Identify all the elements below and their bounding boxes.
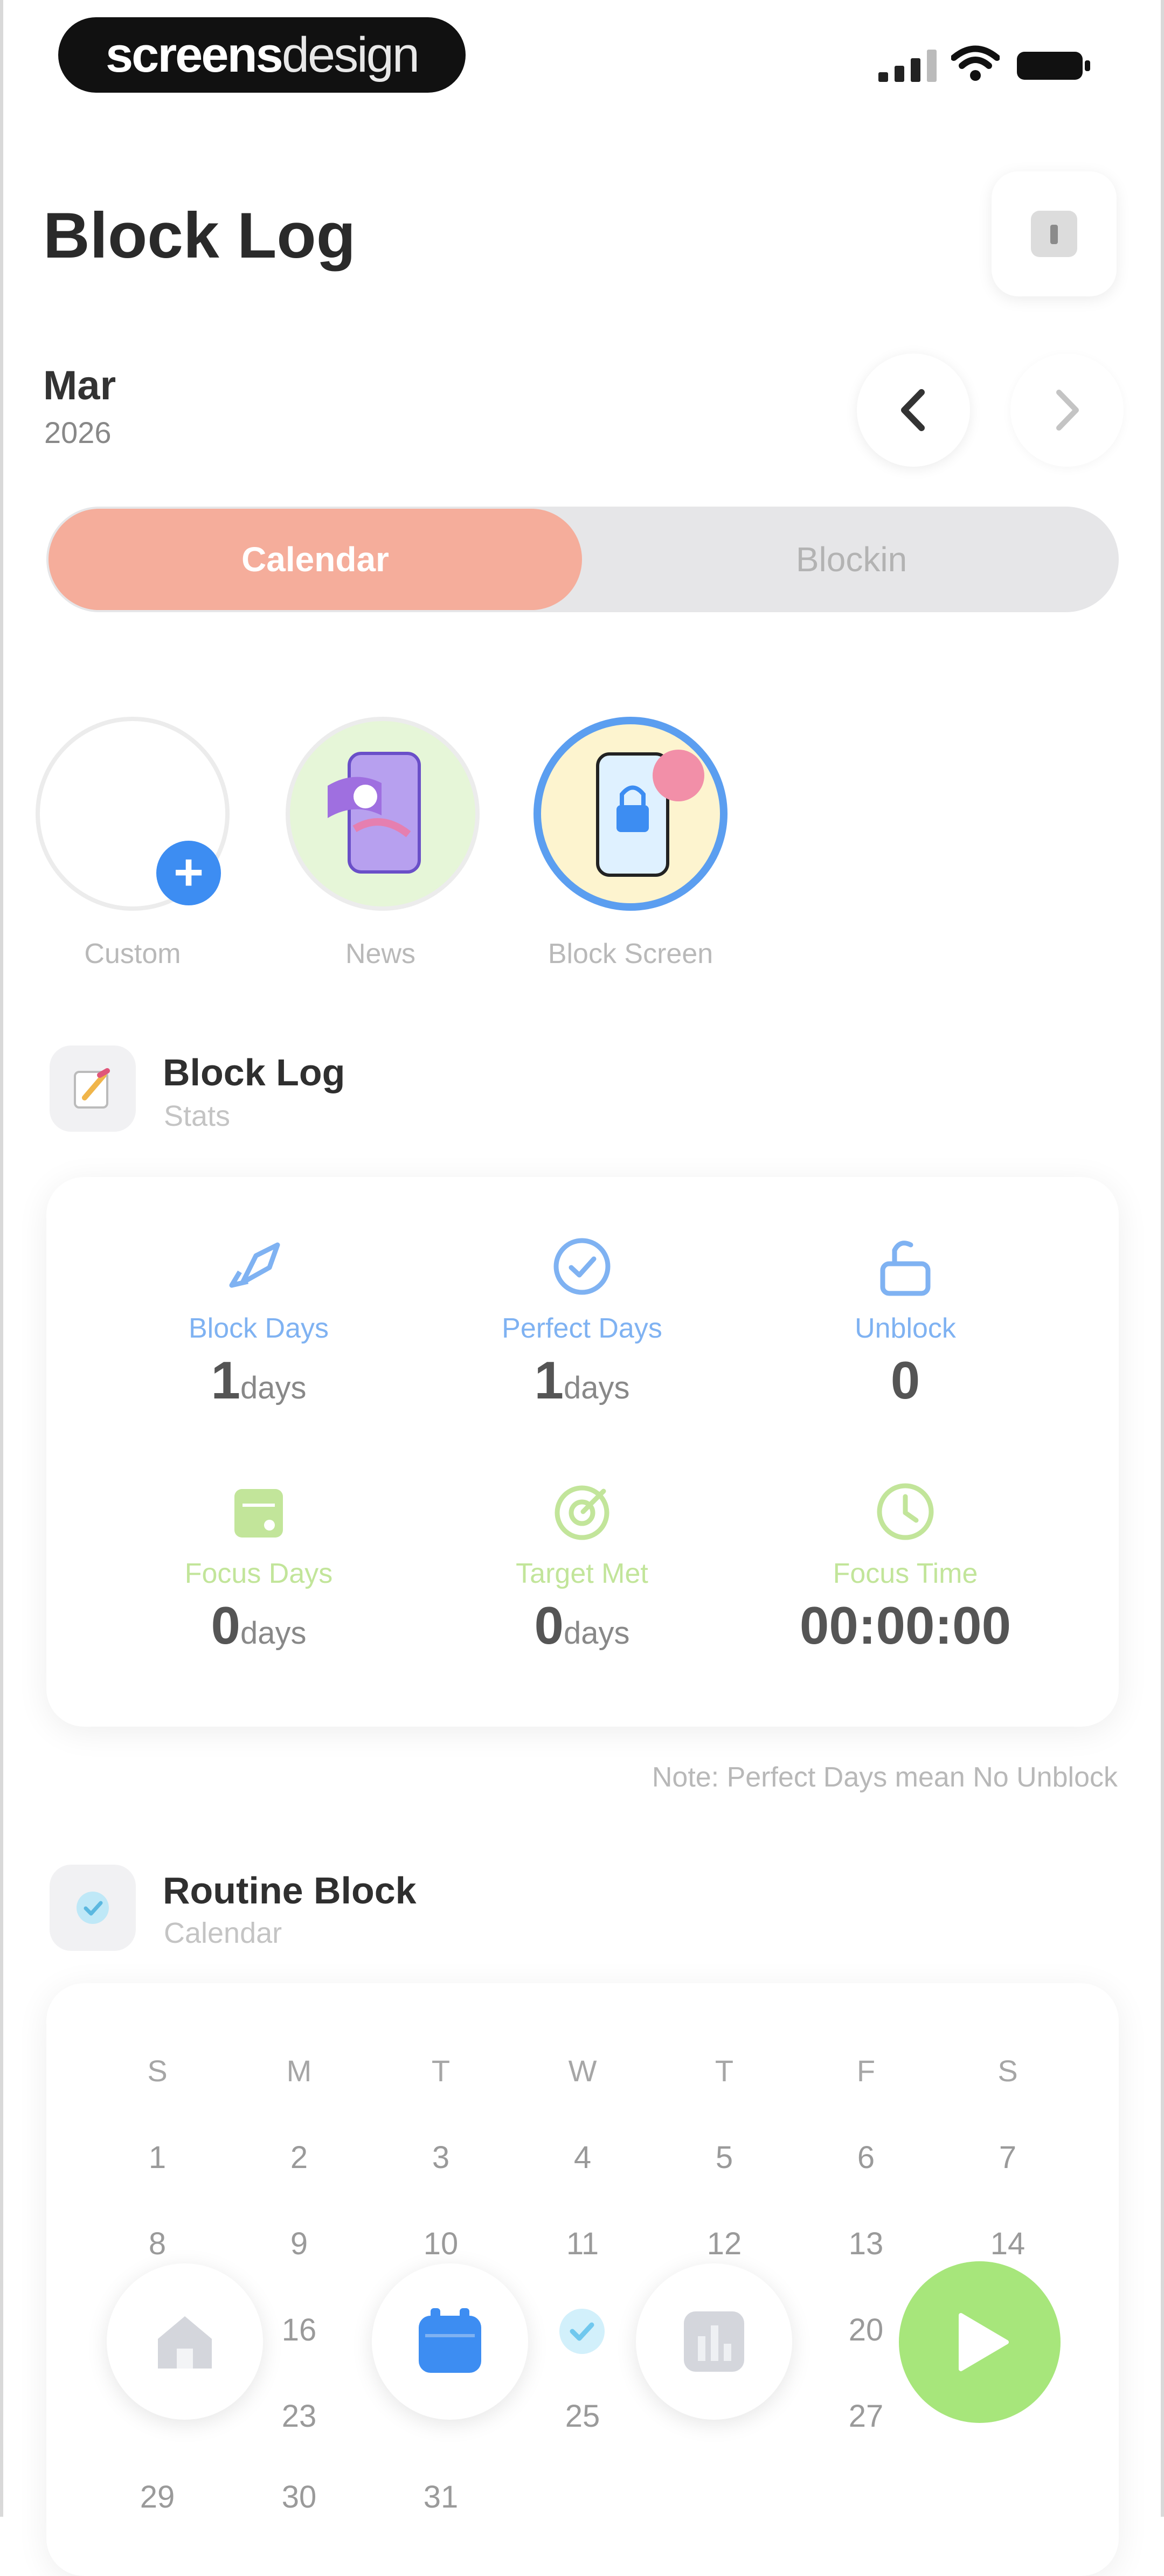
calendar-day[interactable]: 9 bbox=[245, 2226, 353, 2262]
stat-value: 0days bbox=[534, 1596, 630, 1655]
year-label: 2026 bbox=[44, 416, 112, 449]
next-month-button[interactable] bbox=[1010, 354, 1124, 467]
stat-value: 1days bbox=[534, 1351, 630, 1410]
calendar-day[interactable]: 13 bbox=[812, 2226, 920, 2262]
tab-calendar[interactable]: Calendar bbox=[48, 509, 582, 610]
tab-home-button[interactable] bbox=[107, 2263, 263, 2420]
chevron-right-icon bbox=[1056, 390, 1079, 431]
story-label-block-screen: Block Screen bbox=[548, 938, 713, 970]
calendar-day[interactable]: 25 bbox=[529, 2398, 636, 2434]
device-frame-right bbox=[1161, 0, 1164, 2517]
calendar-day[interactable]: 27 bbox=[812, 2398, 920, 2434]
rocket-icon bbox=[229, 1242, 280, 1288]
weekday-label: S bbox=[997, 2054, 1018, 2088]
notepad-icon bbox=[74, 1068, 110, 1109]
stat-label: Block Days bbox=[188, 1313, 329, 1344]
tab-calendar-button[interactable] bbox=[372, 2263, 528, 2420]
calendar-day[interactable]: 12 bbox=[670, 2226, 778, 2262]
weekday-label: T bbox=[715, 2054, 734, 2088]
chevron-left-icon bbox=[901, 389, 925, 431]
page-title: Block Log bbox=[43, 199, 356, 272]
story-news[interactable] bbox=[286, 717, 480, 911]
info-icon bbox=[1031, 211, 1077, 257]
month-label: Mar bbox=[43, 363, 116, 408]
calendar-day[interactable]: 5 bbox=[670, 2139, 778, 2176]
story-block-screen[interactable] bbox=[534, 717, 728, 911]
perfect-days-note: Note: Perfect Days mean No Unblock bbox=[652, 1762, 1118, 1793]
stat-focus-time: Focus Time 00:00:00 bbox=[765, 1479, 1045, 1656]
calendar-day[interactable]: 6 bbox=[812, 2139, 920, 2176]
calendar-day[interactable]: 2 bbox=[245, 2139, 353, 2176]
weekday-label: S bbox=[147, 2054, 168, 2088]
add-custom-icon[interactable]: + bbox=[156, 841, 221, 905]
stat-value: 00:00:00 bbox=[799, 1596, 1011, 1655]
device-frame-left bbox=[0, 0, 3, 2517]
stat-value: 0 bbox=[890, 1351, 920, 1410]
calendar-day[interactable]: 11 bbox=[529, 2226, 636, 2262]
calendar-day[interactable]: 4 bbox=[529, 2139, 636, 2176]
calendar-day[interactable]: 30 bbox=[245, 2479, 353, 2515]
stat-label: Perfect Days bbox=[502, 1313, 662, 1344]
previous-month-button[interactable] bbox=[857, 354, 970, 467]
stat-value: 0days bbox=[211, 1596, 307, 1655]
calendar-day[interactable]: 10 bbox=[387, 2226, 495, 2262]
start-block-button[interactable] bbox=[899, 2261, 1061, 2423]
calendar-day[interactable]: 23 bbox=[245, 2398, 353, 2434]
stats-icon bbox=[684, 2311, 744, 2372]
calendar-day[interactable]: 14 bbox=[954, 2226, 1062, 2262]
brand-watermark: screensdesign bbox=[58, 17, 466, 93]
routine-block-section-subtitle: Calendar bbox=[164, 1917, 282, 1949]
unlock-icon bbox=[880, 1241, 931, 1296]
story-label-custom: Custom bbox=[84, 938, 181, 970]
check-badge-icon bbox=[77, 1892, 109, 1924]
signal-icon bbox=[878, 50, 937, 82]
calendar-day[interactable]: 3 bbox=[387, 2139, 495, 2176]
calendar-day[interactable]: 1 bbox=[103, 2139, 211, 2176]
tab-blockin[interactable]: Blockin bbox=[587, 509, 1116, 610]
routine-block-section-title: Routine Block bbox=[163, 1869, 417, 1912]
info-button[interactable] bbox=[992, 171, 1117, 296]
block-log-section-subtitle: Stats bbox=[164, 1100, 231, 1132]
weekday-label: F bbox=[856, 2054, 876, 2088]
stat-target-met: Target Met 0days bbox=[442, 1479, 722, 1656]
stat-label: Focus Time bbox=[833, 1558, 978, 1589]
wifi-icon bbox=[951, 45, 1000, 81]
play-icon bbox=[959, 2313, 1009, 2371]
calendar-day[interactable]: 7 bbox=[954, 2139, 1062, 2176]
completed-day-check-icon bbox=[559, 2309, 605, 2354]
story-label-news: News bbox=[345, 938, 416, 970]
battery-icon bbox=[1017, 52, 1090, 80]
stat-focus-days: Focus Days 0days bbox=[119, 1479, 399, 1656]
home-icon bbox=[158, 2316, 212, 2369]
tab-stats-button[interactable] bbox=[636, 2263, 792, 2420]
block-log-section-title: Block Log bbox=[163, 1051, 345, 1093]
clock-icon bbox=[877, 1483, 934, 1540]
block-log-section-icon bbox=[50, 1045, 136, 1132]
target-icon bbox=[555, 1485, 609, 1540]
stat-label: Focus Days bbox=[184, 1558, 333, 1589]
stat-value: 1days bbox=[211, 1351, 307, 1410]
check-circle-icon bbox=[553, 1238, 611, 1295]
calendar-day[interactable]: 8 bbox=[103, 2226, 211, 2262]
routine-block-section-icon bbox=[50, 1865, 136, 1951]
calendar-day[interactable]: 31 bbox=[387, 2479, 495, 2515]
stat-label: Target Met bbox=[516, 1558, 648, 1589]
news-phone-icon bbox=[328, 752, 421, 874]
weekday-label: T bbox=[431, 2054, 451, 2088]
stat-perfect-days: Perfect Days 1days bbox=[442, 1234, 722, 1411]
calendar-icon bbox=[234, 1489, 283, 1538]
calendar-icon bbox=[419, 2308, 481, 2373]
stat-block-days: Block Days 1days bbox=[119, 1234, 399, 1411]
calendar-day[interactable]: 29 bbox=[103, 2479, 211, 2515]
block-screen-phone-icon bbox=[596, 750, 704, 877]
weekday-label: W bbox=[568, 2054, 597, 2088]
weekday-label: M bbox=[286, 2054, 312, 2088]
stat-label: Unblock bbox=[855, 1313, 956, 1344]
stat-unblock: Unblock 0 bbox=[765, 1234, 1045, 1411]
